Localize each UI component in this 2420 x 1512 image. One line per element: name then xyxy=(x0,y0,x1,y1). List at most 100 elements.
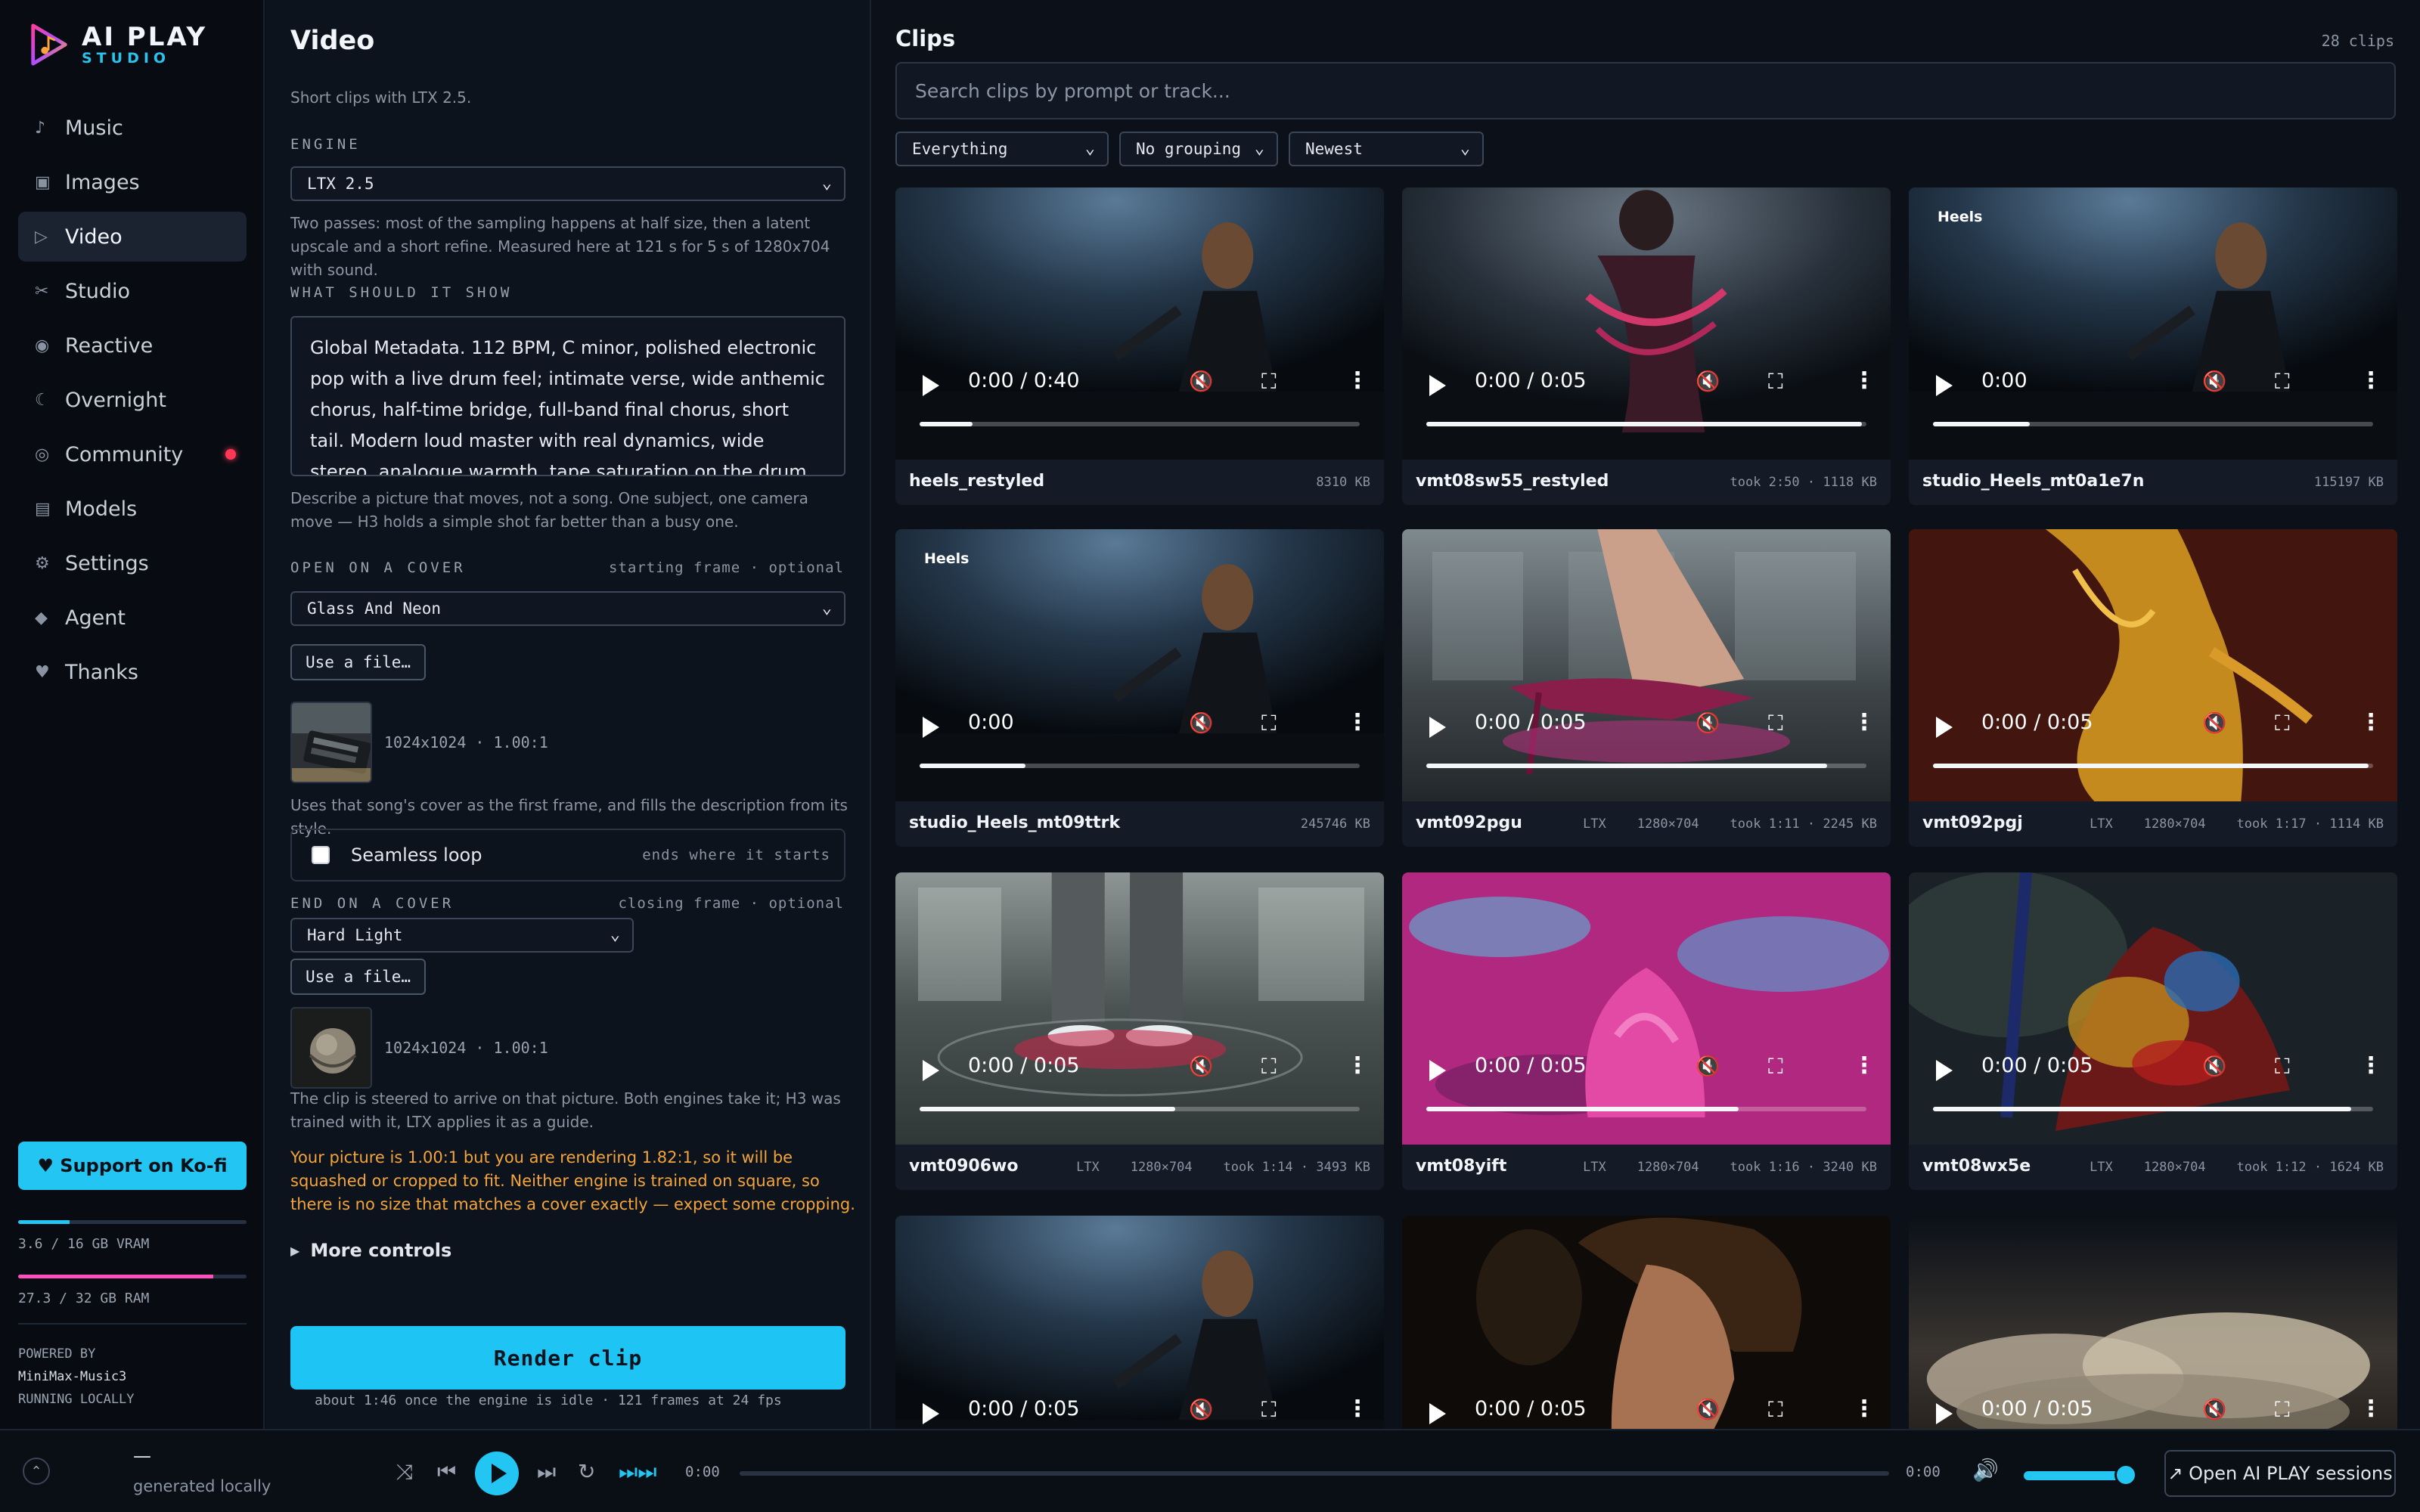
more-options-icon[interactable]: ⋮ xyxy=(1346,1396,1369,1422)
video-progress-bar[interactable] xyxy=(1426,764,1866,768)
more-options-icon[interactable]: ⋮ xyxy=(1853,1396,1876,1422)
end-use-file-button[interactable]: Use a file… xyxy=(290,959,427,995)
play-icon[interactable] xyxy=(1936,1060,1953,1081)
sidebar-item-music[interactable]: ♪ Music xyxy=(18,103,247,153)
mute-icon[interactable]: 🔇 xyxy=(2202,1399,2226,1421)
mute-icon[interactable]: 🔇 xyxy=(1189,712,1213,735)
play-icon[interactable] xyxy=(1429,375,1446,396)
open-sessions-button[interactable]: ↗ Open AI PLAY sessions xyxy=(2164,1450,2396,1497)
sidebar-item-reactive[interactable]: ◉ Reactive xyxy=(18,321,247,370)
more-options-icon[interactable]: ⋮ xyxy=(2360,367,2382,394)
more-options-icon[interactable]: ⋮ xyxy=(1346,709,1369,736)
shuffle-icon[interactable]: ⤨ xyxy=(396,1459,413,1485)
group-filter-select[interactable]: No grouping ⌄ xyxy=(1119,132,1278,166)
mute-icon[interactable]: 🔇 xyxy=(1189,370,1213,393)
fullscreen-icon[interactable]: ⛶ xyxy=(1261,1397,1277,1423)
more-options-icon[interactable]: ⋮ xyxy=(1346,367,1369,394)
fullscreen-icon[interactable]: ⛶ xyxy=(2275,711,2290,736)
play-icon[interactable] xyxy=(1429,1060,1446,1081)
sidebar-item-models[interactable]: ▤ Models xyxy=(18,484,247,534)
support-kofi-button[interactable]: ♥ Support on Ko-fi xyxy=(18,1142,247,1190)
video-progress-bar[interactable] xyxy=(920,1107,1360,1111)
mute-icon[interactable]: 🔇 xyxy=(1189,1399,1213,1421)
seamless-loop-checkbox[interactable] xyxy=(312,846,330,864)
play-button[interactable] xyxy=(475,1452,519,1495)
fullscreen-icon[interactable]: ⛶ xyxy=(1261,369,1277,395)
mute-icon[interactable]: 🔇 xyxy=(1696,370,1720,393)
fullscreen-icon[interactable]: ⛶ xyxy=(1261,1054,1277,1080)
fullscreen-icon[interactable]: ⛶ xyxy=(1768,369,1783,395)
sidebar-item-overnight[interactable]: ☾ Overnight xyxy=(18,375,247,425)
fullscreen-icon[interactable]: ⛶ xyxy=(1768,711,1783,736)
clip-video[interactable]: 0:00 / 0:05 🔇 ⛶ ⋮ xyxy=(895,872,1384,1145)
clip-video[interactable]: Heels 0:00 🔇 ⛶ ⋮ xyxy=(895,529,1384,801)
video-progress-bar[interactable] xyxy=(920,764,1360,768)
more-controls-toggle[interactable]: ▶ More controls xyxy=(290,1240,451,1261)
clip-card[interactable]: 0:00 / 0:05 🔇 ⛶ ⋮ vmt092pgu LTX 1280×704… xyxy=(1402,529,1891,847)
prompt-textarea[interactable]: Global Metadata. 112 BPM, C minor, polis… xyxy=(290,316,845,476)
seek-bar[interactable] xyxy=(740,1471,1889,1476)
play-icon[interactable] xyxy=(923,375,939,396)
play-icon[interactable] xyxy=(923,1403,939,1424)
mute-icon[interactable]: 🔇 xyxy=(2202,712,2226,735)
more-options-icon[interactable]: ⋮ xyxy=(1346,1052,1369,1079)
clip-video[interactable]: 0:00 / 0:05 🔇 ⛶ ⋮ xyxy=(1909,529,2397,801)
clips-search-input[interactable]: Search clips by prompt or track... xyxy=(895,62,2396,119)
app-logo[interactable]: AI PLAY STUDIO xyxy=(27,21,207,68)
fullscreen-icon[interactable]: ⛶ xyxy=(1768,1397,1783,1423)
video-progress-bar[interactable] xyxy=(1426,422,1866,426)
fullscreen-icon[interactable]: ⛶ xyxy=(2275,1054,2290,1080)
fullscreen-icon[interactable]: ⛶ xyxy=(2275,1397,2290,1423)
open-cover-select[interactable]: Glass And Neon ⌄ xyxy=(290,591,845,626)
seamless-loop-toggle[interactable]: Seamless loop ends where it starts xyxy=(290,829,845,881)
fullscreen-icon[interactable]: ⛶ xyxy=(1768,1054,1783,1080)
clip-video[interactable]: 0:00 / 0:05 🔇 ⛶ ⋮ xyxy=(1909,872,2397,1145)
clip-video[interactable]: 0:00 / 0:05 🔇 ⛶ ⋮ xyxy=(1402,529,1891,801)
clip-card[interactable]: 0:00 / 0:05 🔇 ⛶ ⋮ xyxy=(1909,1216,2397,1429)
video-progress-bar[interactable] xyxy=(1933,1107,2373,1111)
mute-icon[interactable]: 🔇 xyxy=(1189,1055,1213,1078)
fullscreen-icon[interactable]: ⛶ xyxy=(2275,369,2290,395)
clip-card[interactable]: 0:00 / 0:05 🔇 ⛶ ⋮ vmt0906wo LTX 1280×704… xyxy=(895,872,1384,1190)
play-icon[interactable] xyxy=(1936,1403,1953,1424)
expand-player-button[interactable]: ⌃ xyxy=(23,1458,50,1485)
clip-card[interactable]: 0:00 / 0:05 🔇 ⛶ ⋮ xyxy=(895,1216,1384,1429)
more-options-icon[interactable]: ⋮ xyxy=(1853,709,1876,736)
sidebar-item-community[interactable]: ◎ Community xyxy=(18,429,247,479)
clip-card[interactable]: 0:00 / 0:05 🔇 ⛶ ⋮ vmt08yift LTX 1280×704… xyxy=(1402,872,1891,1190)
sidebar-item-agent[interactable]: ◆ Agent xyxy=(18,593,247,643)
video-progress-bar[interactable] xyxy=(920,422,1360,426)
mute-icon[interactable]: 🔇 xyxy=(2202,370,2226,393)
next-icon[interactable]: ⏭ xyxy=(537,1459,556,1485)
play-icon[interactable] xyxy=(1936,717,1953,738)
more-options-icon[interactable]: ⋮ xyxy=(1853,1052,1876,1079)
volume-icon[interactable]: 🔊 xyxy=(1972,1458,1999,1483)
clip-video[interactable]: 0:00 / 0:40 🔇 ⛶ ⋮ xyxy=(895,187,1384,460)
video-progress-bar[interactable] xyxy=(1933,422,2373,426)
previous-icon[interactable]: ⏮ xyxy=(437,1459,456,1485)
clip-video[interactable]: Heels 0:00 🔇 ⛶ ⋮ xyxy=(1909,187,2397,460)
clip-card[interactable]: 0:00 / 0:40 🔇 ⛶ ⋮ heels_restyled 8310 KB xyxy=(895,187,1384,505)
clip-card[interactable]: 0:00 / 0:05 🔇 ⛶ ⋮ vmt08wx5e LTX 1280×704… xyxy=(1909,872,2397,1190)
fullscreen-icon[interactable]: ⛶ xyxy=(1261,711,1277,736)
render-clip-button[interactable]: Render clip xyxy=(290,1326,845,1390)
sidebar-item-settings[interactable]: ⚙ Settings xyxy=(18,538,247,588)
clip-card[interactable]: Heels 0:00 🔇 ⛶ ⋮ studio_Heels_mt09ttrk 2… xyxy=(895,529,1384,847)
play-icon[interactable] xyxy=(923,1060,939,1081)
engine-select[interactable]: LTX 2.5 ⌄ xyxy=(290,166,845,201)
sidebar-item-studio[interactable]: ✂ Studio xyxy=(18,266,247,316)
clip-card[interactable]: Heels 0:00 🔇 ⛶ ⋮ studio_Heels_mt0a1e7n 1… xyxy=(1909,187,2397,505)
clip-video[interactable]: 0:00 / 0:05 🔇 ⛶ ⋮ xyxy=(1402,187,1891,460)
more-options-icon[interactable]: ⋮ xyxy=(2360,709,2382,736)
play-icon[interactable] xyxy=(1936,375,1953,396)
open-use-file-button[interactable]: Use a file… xyxy=(290,644,427,680)
more-options-icon[interactable]: ⋮ xyxy=(2360,1396,2382,1422)
play-icon[interactable] xyxy=(1429,717,1446,738)
clip-video[interactable]: 0:00 / 0:05 🔇 ⛶ ⋮ xyxy=(895,1216,1384,1429)
clip-card[interactable]: 0:00 / 0:05 🔇 ⛶ ⋮ vmt092pgj LTX 1280×704… xyxy=(1909,529,2397,847)
kind-filter-select[interactable]: Everything ⌄ xyxy=(895,132,1109,166)
autoplay-icon[interactable]: ⏭⏭ xyxy=(619,1459,656,1485)
sort-select[interactable]: Newest ⌄ xyxy=(1289,132,1484,166)
clip-video[interactable]: 0:00 / 0:05 🔇 ⛶ ⋮ xyxy=(1909,1216,2397,1429)
mute-icon[interactable]: 🔇 xyxy=(1696,712,1720,735)
